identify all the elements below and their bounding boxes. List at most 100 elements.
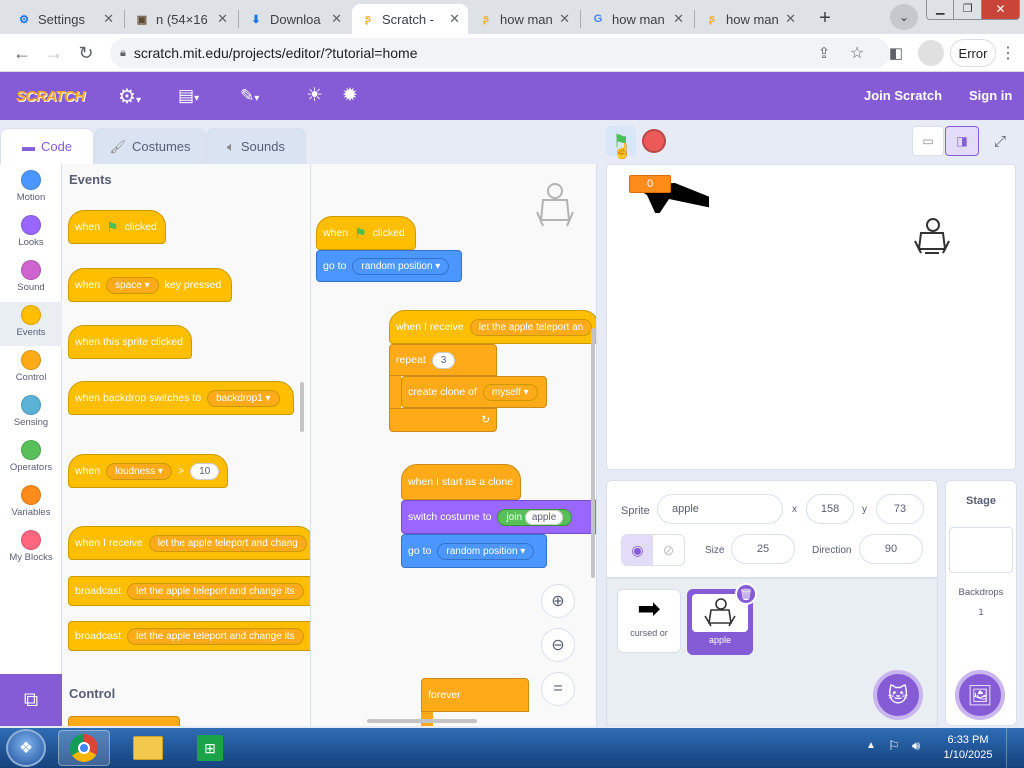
when-backdrop-switches-block[interactable]: when backdrop switches to backdrop1 ▾ bbox=[68, 381, 294, 415]
edit-pencil-icon[interactable]: ✎▾ bbox=[240, 86, 259, 106]
tray-expand-icon[interactable]: ▲ bbox=[866, 740, 876, 751]
category-operators[interactable]: Operators bbox=[0, 440, 62, 473]
delete-sprite-button[interactable]: 🗑︎ bbox=[735, 583, 757, 605]
show-eye-icon[interactable]: ◉ bbox=[622, 535, 653, 565]
browser-tab-downloads[interactable]: ⬇ Downloa ✕ bbox=[240, 4, 350, 34]
backdrop-dropdown[interactable]: backdrop1 ▾ bbox=[207, 389, 280, 407]
loudness-value-input[interactable]: 10 bbox=[190, 462, 220, 480]
network-icon[interactable]: ⚐ bbox=[888, 738, 900, 754]
profile-avatar[interactable] bbox=[918, 40, 944, 66]
category-events[interactable]: Events bbox=[0, 302, 62, 346]
tab-code[interactable]: ▬ Code bbox=[0, 128, 94, 164]
debug-icon[interactable]: ✹ bbox=[342, 84, 358, 107]
close-icon[interactable]: ✕ bbox=[673, 11, 684, 27]
stage-canvas[interactable]: 0 bbox=[606, 164, 1016, 470]
choose-backdrop-button[interactable]: 🖼︎ bbox=[955, 670, 1005, 720]
tab-costumes[interactable]: 🖌︎ Costumes bbox=[94, 128, 206, 164]
browser-tab-how-many-2[interactable]: G how man ✕ bbox=[582, 4, 692, 34]
close-icon[interactable]: ✕ bbox=[103, 11, 114, 27]
side-panel-icon[interactable]: ◧ bbox=[884, 41, 908, 65]
join-scratch-link[interactable]: Join Scratch bbox=[864, 88, 942, 103]
share-icon[interactable]: ⇪ bbox=[812, 41, 836, 65]
zoom-reset-button[interactable]: = bbox=[541, 672, 575, 706]
script-vertical-scrollbar[interactable] bbox=[591, 328, 595, 578]
size-input[interactable]: 25 bbox=[731, 534, 795, 564]
category-control[interactable]: Control bbox=[0, 350, 62, 383]
scratch-logo[interactable]: SCRATCH bbox=[16, 82, 85, 110]
bookmark-star-icon[interactable]: ☆ bbox=[845, 41, 869, 65]
broadcast-and-wait-block[interactable]: broadcast let the apple teleport and chan… bbox=[68, 621, 310, 651]
sprite-tile-cursed[interactable]: ➡ cursed or bbox=[617, 589, 681, 653]
sprite-name-input[interactable]: apple bbox=[657, 494, 783, 524]
category-sensing[interactable]: Sensing bbox=[0, 395, 62, 428]
minimize-button[interactable]: ▁ bbox=[927, 0, 954, 19]
fullscreen-button[interactable]: ⤢ bbox=[986, 126, 1014, 156]
repeat-count-input[interactable]: 3 bbox=[431, 351, 456, 369]
loudness-dropdown[interactable]: loudness ▾ bbox=[106, 462, 172, 480]
message-dropdown[interactable]: let the apple teleport an bbox=[469, 318, 593, 336]
script-when-i-receive[interactable]: when I receive let the apple teleport an bbox=[389, 310, 596, 344]
repeat-block-footer[interactable]: ↻ bbox=[389, 408, 497, 432]
volume-icon[interactable]: 🔊︎ bbox=[912, 738, 920, 754]
script-forever-block[interactable]: forever bbox=[421, 678, 529, 712]
settings-gear-icon[interactable]: ⚙▾ bbox=[118, 84, 141, 109]
close-icon[interactable]: ✕ bbox=[217, 11, 228, 27]
broadcast-message-dropdown[interactable]: let the apple teleport and change its bbox=[127, 582, 304, 600]
address-bar[interactable]: 🔒︎ scratch.mit.edu/projects/editor/?tuto… bbox=[110, 38, 890, 68]
small-stage-button[interactable]: ▭ bbox=[912, 126, 944, 156]
script-when-start-as-clone[interactable]: when I start as a clone bbox=[401, 464, 521, 500]
back-arrow-icon[interactable]: ← bbox=[10, 41, 34, 65]
when-flag-clicked-block[interactable]: when ⚑ clicked bbox=[68, 210, 166, 244]
apple-sprite-on-stage[interactable] bbox=[911, 217, 953, 259]
when-key-pressed-block[interactable]: when space ▾ key pressed bbox=[68, 268, 232, 302]
stop-button[interactable] bbox=[642, 129, 666, 153]
browser-tab-scratch[interactable]: ʂ Scratch - ✕ bbox=[352, 4, 468, 34]
script-horizontal-scrollbar[interactable] bbox=[367, 719, 477, 723]
script-switch-costume-block[interactable]: switch costume to join apple bbox=[401, 500, 596, 534]
script-when-flag-clicked[interactable]: when ⚑ clicked bbox=[316, 216, 416, 250]
clock[interactable]: 6:33 PM 1/10/2025 bbox=[940, 733, 996, 763]
category-motion[interactable]: Motion bbox=[0, 170, 62, 203]
close-icon[interactable]: ✕ bbox=[449, 11, 460, 27]
taskbar-chrome[interactable] bbox=[58, 730, 110, 766]
script-repeat-block[interactable]: repeat 3 bbox=[389, 344, 497, 376]
close-window-button[interactable]: ✕ bbox=[980, 0, 1019, 19]
large-stage-button[interactable]: ◨ bbox=[945, 126, 979, 156]
more-menu-icon[interactable]: ⋮ bbox=[996, 41, 1020, 65]
join-input[interactable]: apple bbox=[524, 509, 564, 525]
join-operator[interactable]: join apple bbox=[497, 508, 573, 526]
start-button[interactable]: ❖ bbox=[6, 729, 46, 767]
reload-icon[interactable]: ↻ bbox=[74, 41, 98, 65]
close-icon[interactable]: ✕ bbox=[331, 11, 342, 27]
category-variables[interactable]: Variables bbox=[0, 485, 62, 518]
close-icon[interactable]: ✕ bbox=[559, 11, 570, 27]
zoom-out-button[interactable]: ⊖ bbox=[541, 628, 575, 662]
stage-thumbnail[interactable] bbox=[949, 527, 1013, 573]
browser-tab-how-many-1[interactable]: ʂ how man ✕ bbox=[470, 4, 578, 34]
forward-arrow-icon[interactable]: → bbox=[42, 41, 66, 65]
when-i-receive-block[interactable]: when I receive let the apple teleport and… bbox=[68, 526, 310, 560]
browser-tab-settings[interactable]: ⚙ Settings ✕ bbox=[8, 4, 122, 34]
show-desktop-button[interactable] bbox=[1006, 728, 1024, 768]
clone-target-dropdown[interactable]: myself ▾ bbox=[482, 383, 538, 401]
close-icon[interactable]: ✕ bbox=[785, 11, 796, 27]
message-dropdown[interactable]: let the apple teleport and chang bbox=[148, 534, 307, 552]
category-sound[interactable]: Sound bbox=[0, 260, 62, 293]
browser-tab-how-many-3[interactable]: ʂ how man ✕ bbox=[696, 4, 804, 34]
tab-search-button[interactable]: ⌄ bbox=[890, 4, 918, 30]
file-menu-icon[interactable]: ▤▾ bbox=[178, 86, 199, 106]
broadcast-block[interactable]: broadcast let the apple teleport and chan… bbox=[68, 576, 310, 606]
key-dropdown[interactable]: space ▾ bbox=[106, 276, 159, 294]
script-go-to-block[interactable]: go to random position ▾ bbox=[316, 250, 462, 282]
choose-sprite-button[interactable]: 🐱︎ bbox=[873, 670, 923, 720]
taskbar-store[interactable]: ⊞ bbox=[184, 730, 236, 766]
restore-button[interactable]: ❐ bbox=[953, 0, 981, 19]
script-go-to-block-2[interactable]: go to random position ▾ bbox=[401, 534, 547, 568]
category-looks[interactable]: Looks bbox=[0, 215, 62, 248]
tutorials-lightbulb-icon[interactable]: ☀ bbox=[306, 84, 323, 107]
taskbar-file-explorer[interactable] bbox=[122, 730, 174, 766]
palette-scrollbar[interactable] bbox=[300, 382, 304, 432]
hide-eye-icon[interactable]: ⊘ bbox=[653, 535, 684, 565]
y-input[interactable]: 73 bbox=[876, 494, 924, 524]
when-sprite-clicked-block[interactable]: when this sprite clicked bbox=[68, 325, 192, 359]
